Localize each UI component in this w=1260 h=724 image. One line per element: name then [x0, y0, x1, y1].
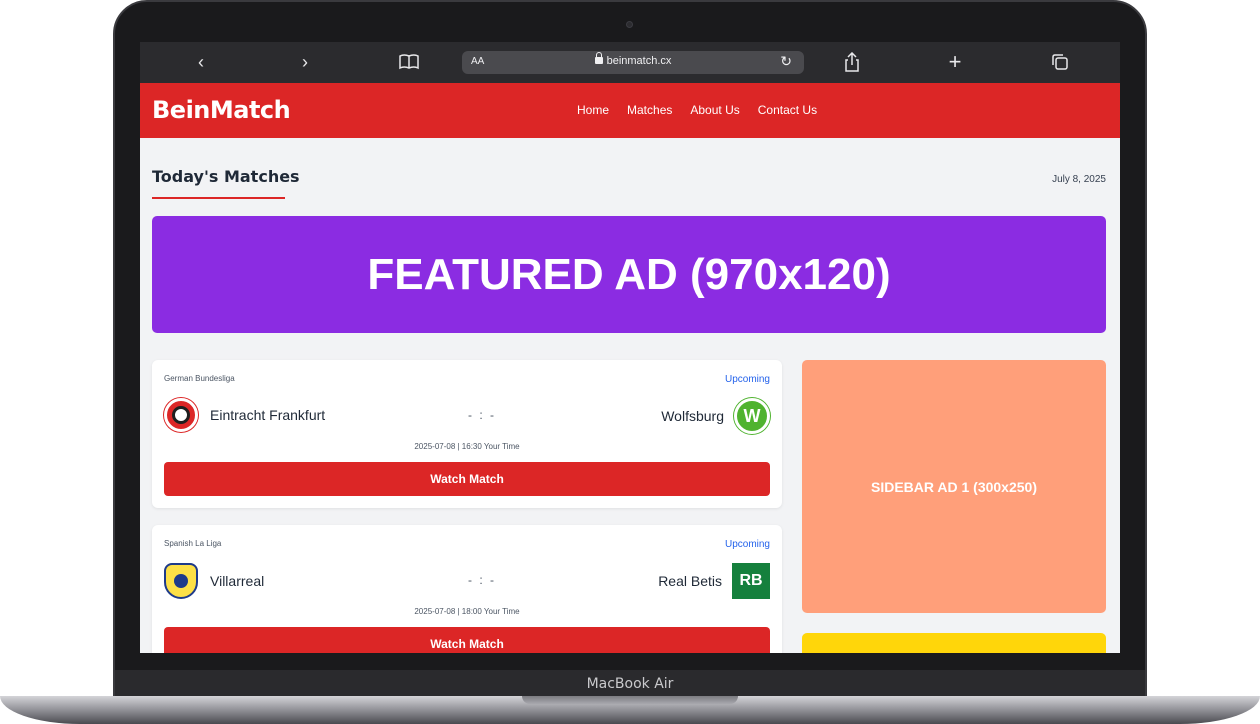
- eintracht-frankfurt-crest-icon: [164, 398, 198, 432]
- home-team: Eintracht Frankfurt: [164, 398, 325, 432]
- laptop-frame: ‹ › AA beinmatch.cx ↻ + BeinMatch Home M…: [0, 0, 1260, 724]
- match-status: Upcoming: [724, 539, 770, 550]
- kickoff-time: 2025-07-08 | 18:00 Your Time: [414, 607, 520, 616]
- reload-icon[interactable]: ↻: [780, 53, 792, 70]
- title-underline: [152, 197, 285, 199]
- browser-toolbar: ‹ › AA beinmatch.cx ↻ +: [140, 42, 1120, 83]
- back-icon[interactable]: ‹: [186, 50, 216, 74]
- league-name: German Bundesliga: [164, 374, 235, 383]
- wolfsburg-crest-icon: W: [734, 398, 770, 434]
- home-team-name: Villarreal: [210, 573, 265, 589]
- new-tab-icon[interactable]: +: [940, 50, 970, 74]
- site-logo[interactable]: BeinMatch: [152, 96, 291, 124]
- home-team-name: Eintracht Frankfurt: [210, 407, 326, 423]
- url-display: beinmatch.cx: [462, 52, 804, 67]
- sidebar-ad-1[interactable]: SIDEBAR AD 1 (300x250): [802, 360, 1106, 613]
- device-label: MacBook Air: [586, 676, 674, 692]
- match-status: Upcoming: [724, 374, 770, 385]
- address-bar[interactable]: AA beinmatch.cx ↻: [462, 51, 804, 74]
- real-betis-crest-icon: RB: [732, 563, 770, 599]
- camera-icon: [626, 21, 633, 28]
- nav-about-us[interactable]: About Us: [690, 103, 739, 117]
- current-date: July 8, 2025: [1052, 174, 1106, 185]
- nav-contact-us[interactable]: Contact Us: [758, 103, 817, 117]
- match-score: - : -: [468, 408, 496, 422]
- bookmarks-icon[interactable]: [394, 50, 424, 74]
- league-name: Spanish La Liga: [164, 539, 222, 548]
- watch-match-button[interactable]: Watch Match: [164, 627, 770, 653]
- match-score: - : -: [468, 573, 496, 587]
- nav-matches[interactable]: Matches: [627, 103, 672, 117]
- main-nav: Home Matches About Us Contact Us: [577, 103, 817, 117]
- home-team: Villarreal: [164, 563, 264, 599]
- watch-match-button[interactable]: Watch Match: [164, 462, 770, 496]
- away-team-name: Real Betis: [658, 573, 722, 589]
- share-icon[interactable]: [837, 50, 867, 74]
- away-team: Wolfsburg W: [661, 398, 770, 434]
- browser-screen: ‹ › AA beinmatch.cx ↻ + BeinMatch Home M…: [140, 42, 1120, 653]
- lock-icon: [594, 52, 603, 64]
- kickoff-time: 2025-07-08 | 16:30 Your Time: [414, 442, 520, 451]
- nav-home[interactable]: Home: [577, 103, 609, 117]
- page-title: Today's Matches: [152, 167, 300, 186]
- villarreal-crest-icon: [164, 563, 198, 599]
- match-card: Spanish La Liga Upcoming Villarreal - : …: [152, 525, 782, 653]
- away-team-name: Wolfsburg: [661, 408, 724, 424]
- featured-ad-banner[interactable]: FEATURED AD (970x120): [152, 216, 1106, 333]
- tabs-overview-icon[interactable]: [1045, 50, 1075, 74]
- url-text: beinmatch.cx: [606, 55, 672, 67]
- site-header: BeinMatch Home Matches About Us Contact …: [140, 83, 1120, 138]
- forward-icon[interactable]: ›: [290, 50, 320, 74]
- sidebar-ad-2[interactable]: [802, 633, 1106, 653]
- away-team: Real Betis RB: [658, 563, 770, 599]
- match-card: German Bundesliga Upcoming Eintracht Fra…: [152, 360, 782, 508]
- laptop-notch: [522, 696, 738, 704]
